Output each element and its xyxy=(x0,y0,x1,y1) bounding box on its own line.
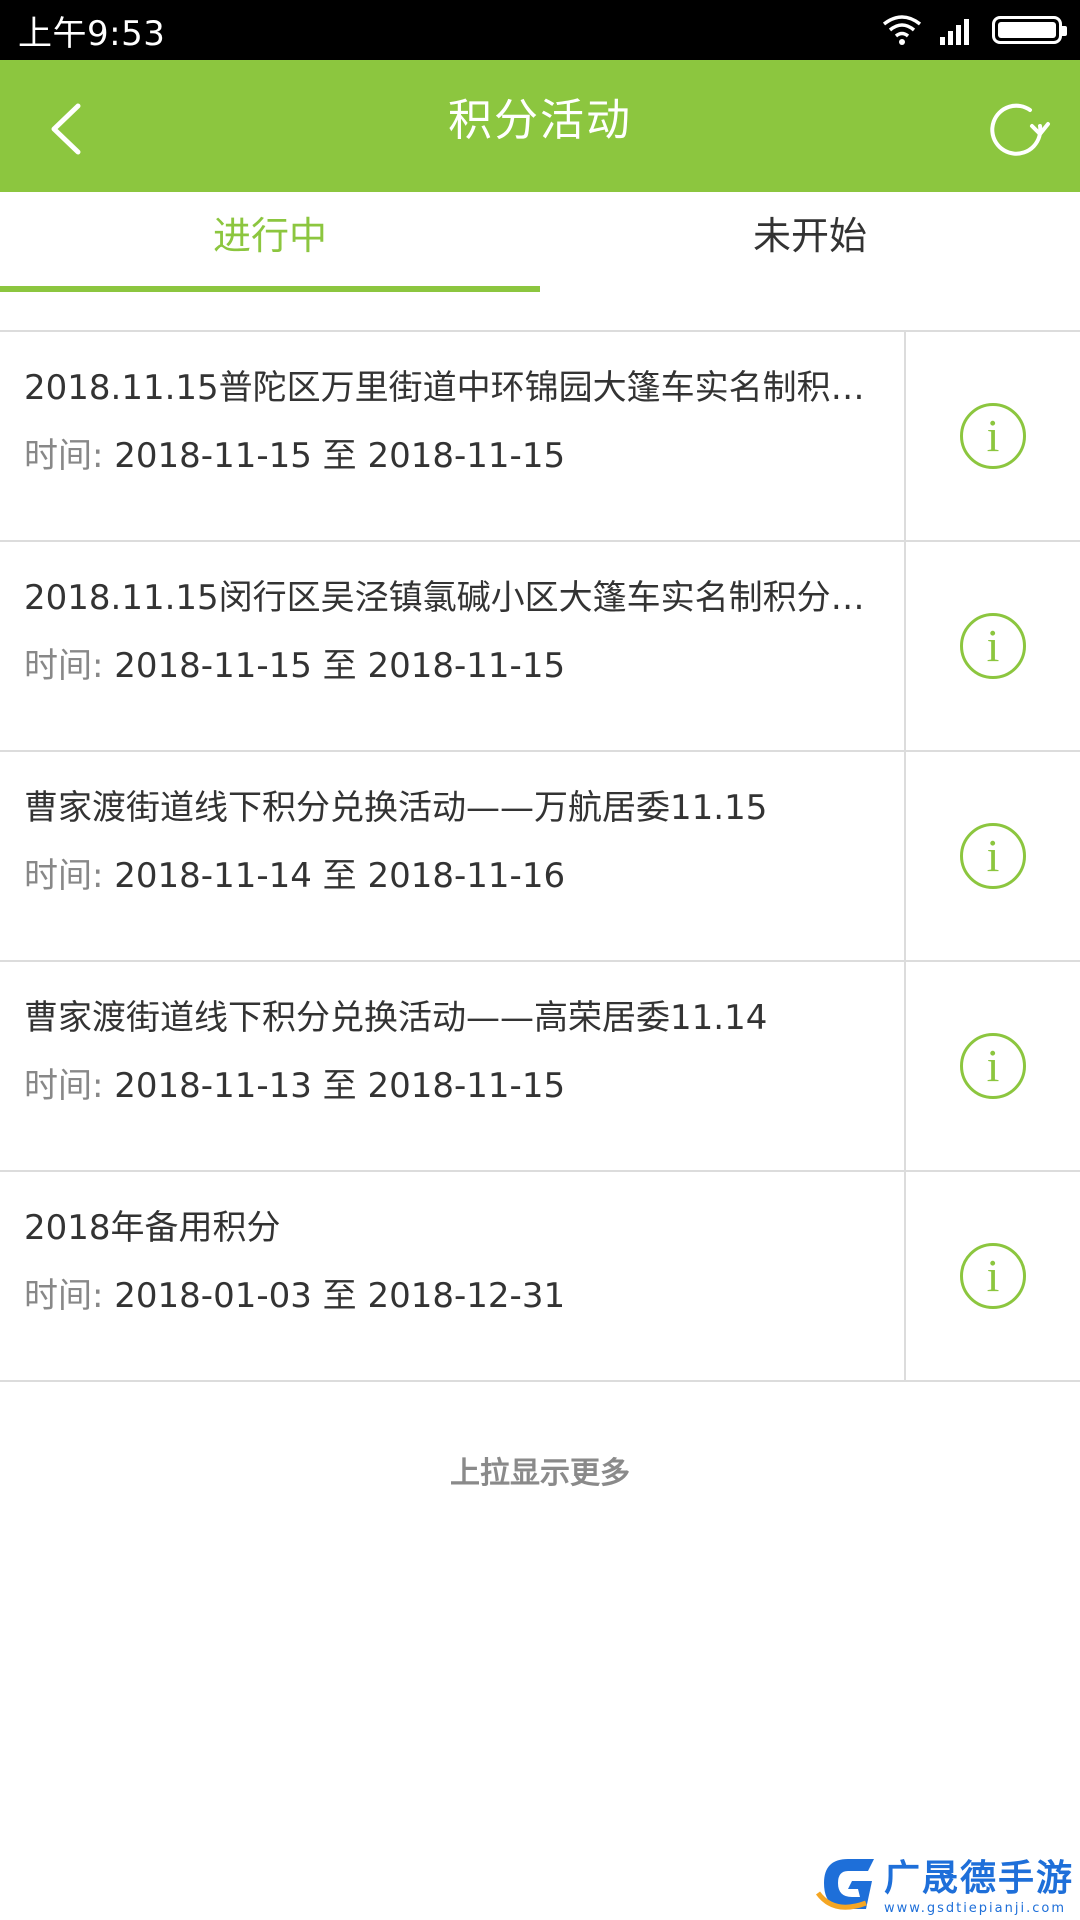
time-label: 时间: xyxy=(24,1066,104,1106)
tab-ongoing[interactable]: 进行中 xyxy=(0,192,540,292)
activity-time: 时间: 2018-11-14 至 2018-11-16 xyxy=(24,854,880,898)
time-range: 2018-11-15 至 2018-11-15 xyxy=(114,436,566,476)
load-more-hint: 上拉显示更多 xyxy=(450,1456,630,1491)
time-label: 时间: xyxy=(24,436,104,476)
time-range: 2018-01-03 至 2018-12-31 xyxy=(114,1276,566,1316)
status-time: 上午9:53 xyxy=(18,13,166,54)
activity-time: 时间: 2018-01-03 至 2018-12-31 xyxy=(24,1274,880,1318)
activity-time: 时间: 2018-11-15 至 2018-11-15 xyxy=(24,644,880,688)
watermark-name: 广晟德手游 xyxy=(883,1858,1074,1899)
activity-content[interactable]: 2018.11.15闵行区吴泾镇氯碱小区大篷车实名制积分活动 时间: 2018-… xyxy=(0,542,906,750)
activity-name: 2018.11.15闵行区吴泾镇氯碱小区大篷车实名制积分活动 xyxy=(24,578,880,618)
refresh-button[interactable] xyxy=(982,96,1054,168)
list-item[interactable]: 曹家渡街道线下积分兑换活动——高荣居委11.14 时间: 2018-11-13 … xyxy=(0,962,1080,1172)
activity-content[interactable]: 曹家渡街道线下积分兑换活动——高荣居委11.14 时间: 2018-11-13 … xyxy=(0,962,906,1170)
info-icon: i xyxy=(960,1033,1026,1099)
status-bar: 上午9:53 xyxy=(0,0,1080,60)
tab-not-started[interactable]: 未开始 xyxy=(540,192,1080,292)
time-range: 2018-11-14 至 2018-11-16 xyxy=(114,856,566,896)
watermark-logo-icon xyxy=(815,1858,874,1910)
info-button[interactable]: i xyxy=(906,542,1080,750)
info-icon: i xyxy=(960,613,1026,679)
activity-time: 时间: 2018-11-15 至 2018-11-15 xyxy=(24,434,880,478)
time-label: 时间: xyxy=(24,1276,104,1316)
list-item[interactable]: 曹家渡街道线下积分兑换活动——万航居委11.15 时间: 2018-11-14 … xyxy=(0,752,1080,962)
activity-content[interactable]: 2018年备用积分 时间: 2018-01-03 至 2018-12-31 xyxy=(0,1172,906,1380)
page-title: 积分活动 xyxy=(448,95,632,146)
wifi-icon xyxy=(882,15,922,45)
watermark-logo: 广晟德手游 www.gsdtiepianji.com xyxy=(814,1849,1074,1916)
list-item[interactable]: 2018年备用积分 时间: 2018-01-03 至 2018-12-31 i xyxy=(0,1172,1080,1382)
info-icon: i xyxy=(960,823,1026,889)
list-item[interactable]: 2018.11.15普陀区万里街道中环锦园大篷车实名制积分活动 时间: 2018… xyxy=(0,332,1080,542)
activity-time: 时间: 2018-11-13 至 2018-11-15 xyxy=(24,1064,880,1108)
activity-name: 曹家渡街道线下积分兑换活动——高荣居委11.14 xyxy=(24,998,768,1038)
activity-name: 曹家渡街道线下积分兑换活动——万航居委11.15 xyxy=(24,788,768,828)
info-icon: i xyxy=(960,403,1026,469)
info-button[interactable]: i xyxy=(906,962,1080,1170)
battery-icon xyxy=(992,16,1067,44)
activity-name: 2018.11.15普陀区万里街道中环锦园大篷车实名制积分活动 xyxy=(24,368,880,408)
time-label: 时间: xyxy=(24,856,104,896)
info-button[interactable]: i xyxy=(906,332,1080,540)
activity-content[interactable]: 2018.11.15普陀区万里街道中环锦园大篷车实名制积分活动 时间: 2018… xyxy=(0,332,906,540)
time-label: 时间: xyxy=(24,646,104,686)
time-range: 2018-11-13 至 2018-11-15 xyxy=(114,1066,566,1106)
signal-icon xyxy=(940,19,969,45)
activity-list: 2018.11.15普陀区万里街道中环锦园大篷车实名制积分活动 时间: 2018… xyxy=(0,330,1080,1382)
time-range: 2018-11-15 至 2018-11-15 xyxy=(114,646,566,686)
activity-content[interactable]: 曹家渡街道线下积分兑换活动——万航居委11.15 时间: 2018-11-14 … xyxy=(0,752,906,960)
watermark-url: www.gsdtiepianji.com xyxy=(883,1901,1066,1916)
info-button[interactable]: i xyxy=(906,1172,1080,1380)
tab-bar: 进行中 未开始 xyxy=(0,192,1080,292)
info-icon: i xyxy=(960,1243,1026,1309)
info-button[interactable]: i xyxy=(906,752,1080,960)
list-item[interactable]: 2018.11.15闵行区吴泾镇氯碱小区大篷车实名制积分活动 时间: 2018-… xyxy=(0,542,1080,752)
status-icons xyxy=(882,14,1067,46)
app-header: 积分活动 xyxy=(0,60,1080,192)
activity-name: 2018年备用积分 xyxy=(24,1208,281,1248)
